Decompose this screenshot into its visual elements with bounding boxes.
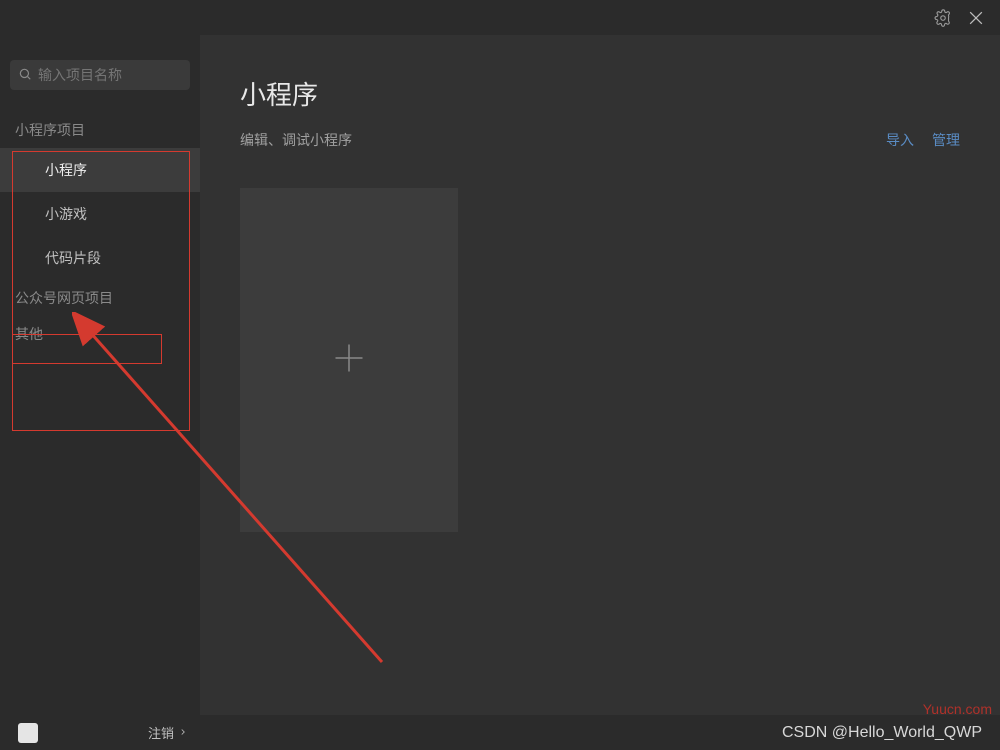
sidebar: 小程序项目 小程序 小游戏 代码片段 公众号网页项目 其他 <box>0 35 200 715</box>
manage-link[interactable]: 管理 <box>932 130 960 150</box>
page-subtitle: 编辑、调试小程序 <box>240 130 352 150</box>
settings-icon[interactable] <box>934 9 952 27</box>
sidebar-section-miniprogram-projects[interactable]: 小程序项目 <box>0 112 200 148</box>
logout-label: 注销 <box>148 723 174 742</box>
plus-icon <box>331 340 367 381</box>
sidebar-item-code-snippet[interactable]: 代码片段 <box>0 236 200 280</box>
import-link[interactable]: 导入 <box>886 130 914 150</box>
sidebar-section-official-account-webpage[interactable]: 公众号网页项目 <box>0 280 200 316</box>
sidebar-item-miniprogram[interactable]: 小程序 <box>0 148 200 192</box>
sidebar-section-other[interactable]: 其他 <box>0 316 200 352</box>
credit-text: CSDN @Hello_World_QWP <box>782 724 982 742</box>
page-title: 小程序 <box>240 75 960 112</box>
sidebar-item-minigame[interactable]: 小游戏 <box>0 192 200 236</box>
search-input-wrap <box>10 60 190 90</box>
search-icon <box>18 67 32 84</box>
close-icon[interactable] <box>966 8 986 28</box>
search-input[interactable] <box>38 67 182 83</box>
avatar[interactable] <box>18 723 38 743</box>
footer: 注销 CSDN @Hello_World_QWP <box>0 715 1000 750</box>
new-project-card[interactable] <box>240 188 458 532</box>
logout-button[interactable]: 注销 <box>148 723 188 742</box>
main-content: 小程序 编辑、调试小程序 导入 管理 <box>200 35 1000 715</box>
chevron-right-icon <box>178 725 188 740</box>
